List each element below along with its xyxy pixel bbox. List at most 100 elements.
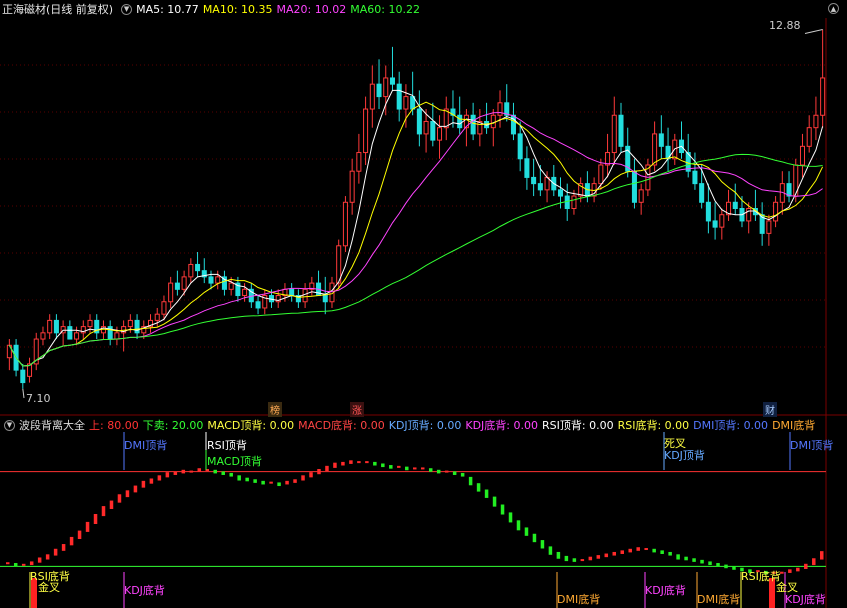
candle-body xyxy=(13,344,19,371)
candle-body xyxy=(631,170,637,203)
candle-body xyxy=(726,201,732,216)
candle-body xyxy=(168,282,174,303)
oscillator-dot xyxy=(381,463,385,468)
ma10-line xyxy=(8,101,824,367)
candle-body xyxy=(752,208,758,216)
candle-body xyxy=(201,270,207,278)
oscillator-dot xyxy=(452,471,457,475)
candle-body xyxy=(551,176,557,191)
oscillator-dot xyxy=(508,512,513,523)
signal-dmi-top-2: DMI顶背 xyxy=(790,439,834,452)
candle-body xyxy=(766,220,772,234)
oscillator-dot xyxy=(460,472,465,477)
candle-body xyxy=(87,319,93,328)
oscillator-dot xyxy=(428,468,433,472)
candle-body xyxy=(295,295,301,303)
oscillator-dot xyxy=(692,558,696,562)
collapse-up-icon[interactable]: ▲ xyxy=(828,3,839,14)
signal-kdj-bottom-2: KDJ底背 xyxy=(645,584,686,597)
candle-body xyxy=(248,288,254,303)
candle-body xyxy=(289,288,295,297)
candle-body xyxy=(121,326,127,334)
candle-body xyxy=(268,295,275,303)
oscillator-dot xyxy=(492,496,497,507)
oscillator-dot xyxy=(389,465,393,469)
oscillator-dot xyxy=(69,536,74,546)
candle-body xyxy=(531,176,537,185)
oscillator-dot xyxy=(245,477,249,482)
oscillator-dot xyxy=(405,466,409,471)
oscillator-dot xyxy=(620,550,624,554)
signal-kdj-bottom: KDJ底背 xyxy=(124,584,165,597)
candle-body xyxy=(739,208,745,222)
candle-body xyxy=(437,127,443,141)
oscillator-dot xyxy=(301,475,305,481)
oscillator-dot xyxy=(93,514,98,524)
oscillator-dot xyxy=(580,559,585,562)
oscillator-dot xyxy=(165,472,170,478)
oscillator-dot xyxy=(588,556,593,561)
candle-body xyxy=(470,114,476,135)
signal-macd-top: MACD顶背 xyxy=(207,455,262,468)
ind-macd-top: MACD顶背: 0.00 xyxy=(207,419,295,432)
candle-body xyxy=(685,152,691,172)
oscillator-dot xyxy=(413,467,417,470)
oscillator-dot xyxy=(317,469,321,475)
oscillator-dot xyxy=(500,504,505,515)
ind-macd-bottom: MACD底背: 0.00 xyxy=(298,419,385,432)
candle-body xyxy=(235,282,241,297)
candle-body xyxy=(820,77,826,116)
candle-body xyxy=(658,133,664,147)
signal-kdj-top: KDJ顶背 xyxy=(664,449,705,462)
ind-kdj-bottom: KDJ底背: 0.00 xyxy=(465,419,538,432)
candle-body xyxy=(457,114,463,129)
oscillator-dot xyxy=(365,461,369,464)
oscillator-dot xyxy=(444,470,449,473)
candle-body xyxy=(665,145,671,160)
ind-rsi-top: RSI顶背: 0.00 xyxy=(542,419,614,432)
price-chart[interactable] xyxy=(0,0,847,608)
oscillator-dot xyxy=(5,562,10,565)
event-tag-zhang[interactable]: 涨 xyxy=(350,402,364,417)
oscillator-dot xyxy=(812,558,816,566)
ma-menu-chevron-icon[interactable]: ▼ xyxy=(121,3,133,15)
candle-body xyxy=(322,295,328,303)
oscillator-dot xyxy=(29,561,34,566)
candle-body xyxy=(719,214,725,228)
candle-body xyxy=(363,108,369,154)
candle-body xyxy=(389,77,395,85)
candle-body xyxy=(181,276,187,290)
indicator-menu-chevron-icon[interactable]: ▼ xyxy=(4,419,15,431)
candle-body xyxy=(544,176,550,191)
oscillator-dot xyxy=(804,563,808,569)
oscillator-dot xyxy=(397,465,401,468)
candle-body xyxy=(383,77,389,98)
candle-body xyxy=(275,295,281,303)
candle-body xyxy=(27,363,33,377)
candle-body xyxy=(423,120,429,135)
candle-body xyxy=(672,139,678,160)
oscillator-dot xyxy=(285,480,289,485)
candle-body xyxy=(215,276,221,284)
ma20-value: MA20: 10.02 xyxy=(276,2,347,16)
oscillator-dot xyxy=(229,472,233,477)
candle-body xyxy=(678,139,685,154)
signal-rsi-top: RSI顶背 xyxy=(207,439,247,452)
candle-body xyxy=(336,245,342,284)
candle-body xyxy=(773,201,779,222)
oscillator-dot xyxy=(716,563,720,567)
candle-body xyxy=(302,288,308,303)
oscillator-dot xyxy=(644,548,648,551)
event-tag-cai[interactable]: 财 xyxy=(763,402,777,417)
ma20-line xyxy=(8,111,823,367)
oscillator-dot xyxy=(173,471,178,475)
candle-body xyxy=(578,183,584,197)
candle-body xyxy=(221,276,227,290)
high-price-label: 12.88 xyxy=(769,19,801,32)
candle-body xyxy=(645,164,651,191)
candle-body xyxy=(806,127,812,147)
oscillator-dot xyxy=(117,494,122,503)
candle-body xyxy=(484,120,490,129)
candle-body xyxy=(242,288,248,297)
event-tag-bang[interactable]: 榜 xyxy=(268,402,282,417)
